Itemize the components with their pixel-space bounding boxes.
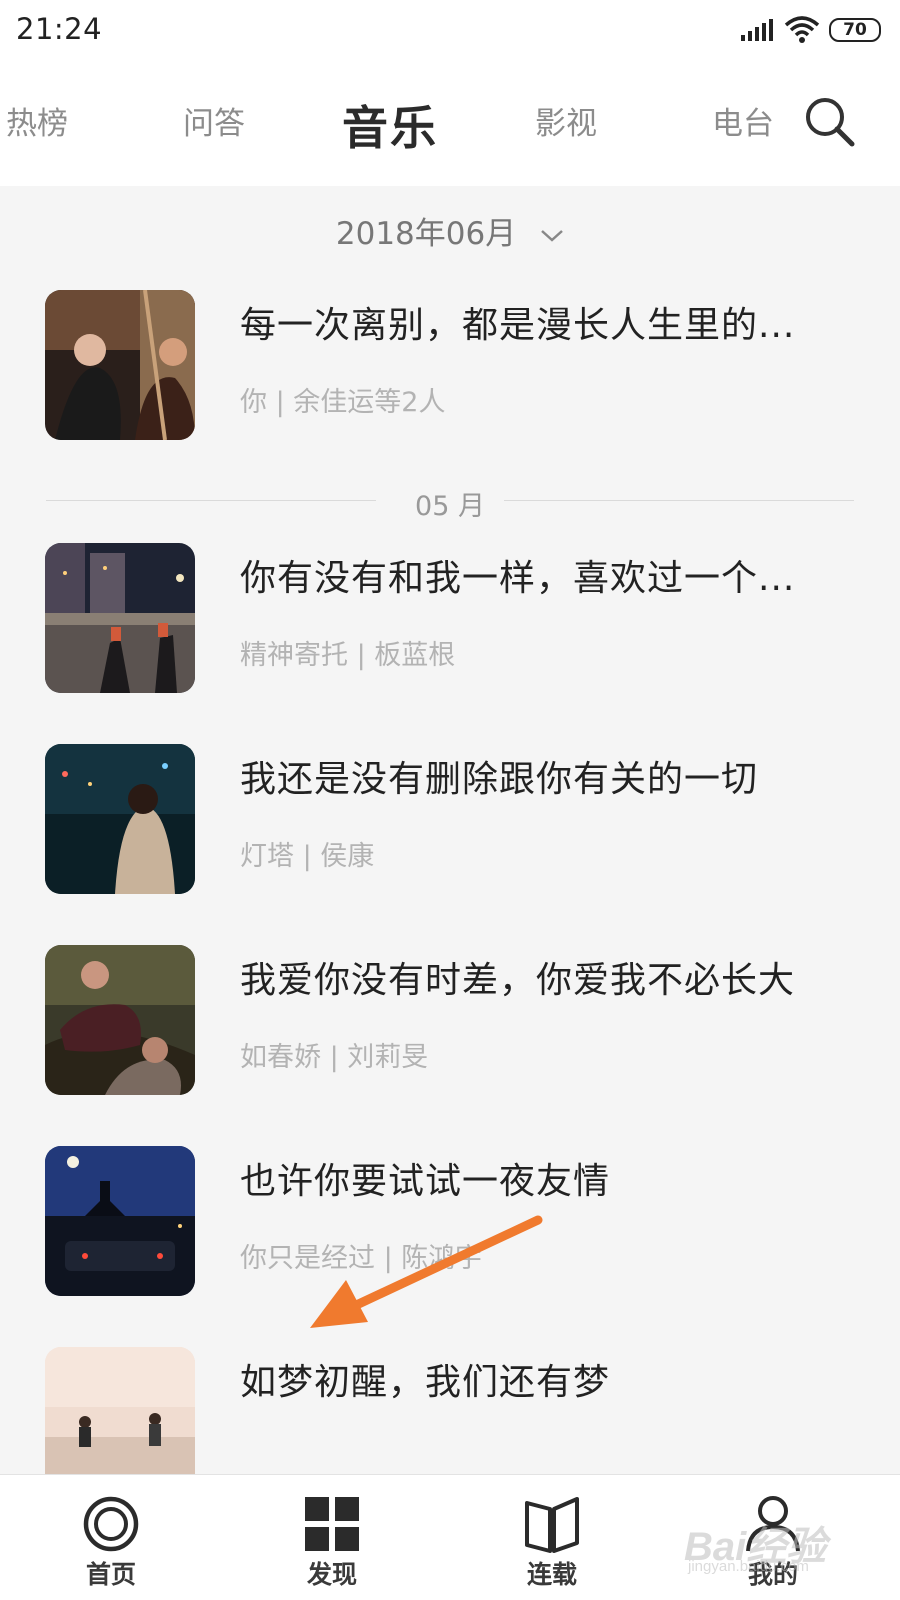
date-filter[interactable]: 2018年06月 — [0, 208, 900, 264]
feed-item[interactable]: 你有没有和我一样，喜欢过一个... 精神寄托 | 板蓝根 — [0, 543, 900, 703]
bottom-tab-label: 我的 — [747, 1560, 798, 1589]
status-time: 21:24 — [16, 12, 103, 46]
tab-hot[interactable]: 热榜 — [6, 98, 68, 143]
feed-item[interactable]: 每一次离别，都是漫长人生里的... 你 | 余佳运等2人 — [0, 290, 900, 450]
feed-item-meta: 如春娇 | 刘莉旻 — [240, 1042, 429, 1073]
grid-icon — [303, 1495, 361, 1557]
battery-icon: 70 — [829, 18, 881, 42]
book-icon — [523, 1495, 581, 1557]
signal-icon — [741, 18, 775, 46]
feed-thumbnail — [45, 1347, 195, 1474]
feed-item-meta: 你 | 余佳运等2人 — [240, 387, 446, 418]
chevron-down-icon — [540, 215, 564, 251]
feed-item[interactable]: 也许你要试试一夜友情 你只是经过 | 陈鸿宇 — [0, 1146, 900, 1306]
wifi-icon — [784, 14, 820, 48]
feed-item-title: 我还是没有删除跟你有关的一切 — [240, 759, 759, 800]
feed-item-title: 我爱你没有时差，你爱我不必长大 — [240, 960, 796, 1001]
bottom-nav: 首页 发现 连载 我的 — [0, 1474, 900, 1600]
feed-thumbnail — [45, 744, 195, 894]
month-divider: 05 月 — [46, 480, 854, 524]
bottom-tab-label: 首页 — [85, 1560, 136, 1589]
feed-item-meta: 精神寄托 | 板蓝根 — [240, 640, 456, 671]
feed-item-title: 如梦初醒，我们还有梦 — [240, 1362, 611, 1403]
bottom-tab-label: 发现 — [306, 1560, 357, 1589]
feed-item[interactable]: 我爱你没有时差，你爱我不必长大 如春娇 | 刘莉旻 — [0, 945, 900, 1105]
bottom-tab-mine[interactable]: 我的 — [698, 1475, 848, 1600]
feed-item-title: 你有没有和我一样，喜欢过一个... — [240, 558, 796, 599]
home-ring-icon — [82, 1495, 140, 1557]
category-tabs: 热榜 问答 音乐 影视 电台 — [0, 62, 900, 186]
bottom-tab-discover[interactable]: 发现 — [257, 1475, 407, 1600]
feed-thumbnail — [45, 945, 195, 1095]
feed-item[interactable]: 如梦初醒，我们还有梦 — [0, 1347, 900, 1474]
feed-thumbnail — [45, 290, 195, 440]
bottom-tab-serial[interactable]: 连载 — [477, 1475, 627, 1600]
feed-item-meta: 你只是经过 | 陈鸿宇 — [240, 1243, 483, 1274]
tab-music[interactable]: 音乐 — [342, 92, 438, 158]
divider-line — [504, 500, 854, 501]
feed-item[interactable]: 我还是没有删除跟你有关的一切 灯塔 | 侯康 — [0, 744, 900, 904]
bottom-tab-label: 连载 — [526, 1560, 577, 1589]
tab-radio[interactable]: 电台 — [712, 98, 774, 143]
bottom-tab-home[interactable]: 首页 — [36, 1475, 186, 1600]
tab-film[interactable]: 影视 — [535, 98, 597, 143]
user-icon — [744, 1495, 802, 1557]
status-bar: 21:24 70 — [0, 0, 900, 62]
feed-thumbnail — [45, 543, 195, 693]
search-icon[interactable] — [804, 96, 856, 152]
feed-item-title: 也许你要试试一夜友情 — [240, 1161, 611, 1202]
month-divider-label: 05 月 — [415, 491, 485, 522]
feed-item-title: 每一次离别，都是漫长人生里的... — [240, 305, 796, 346]
tab-qa[interactable]: 问答 — [183, 98, 245, 143]
feed-thumbnail — [45, 1146, 195, 1296]
feed-item-meta: 灯塔 | 侯康 — [240, 841, 375, 872]
date-filter-label: 2018年06月 — [335, 216, 517, 252]
